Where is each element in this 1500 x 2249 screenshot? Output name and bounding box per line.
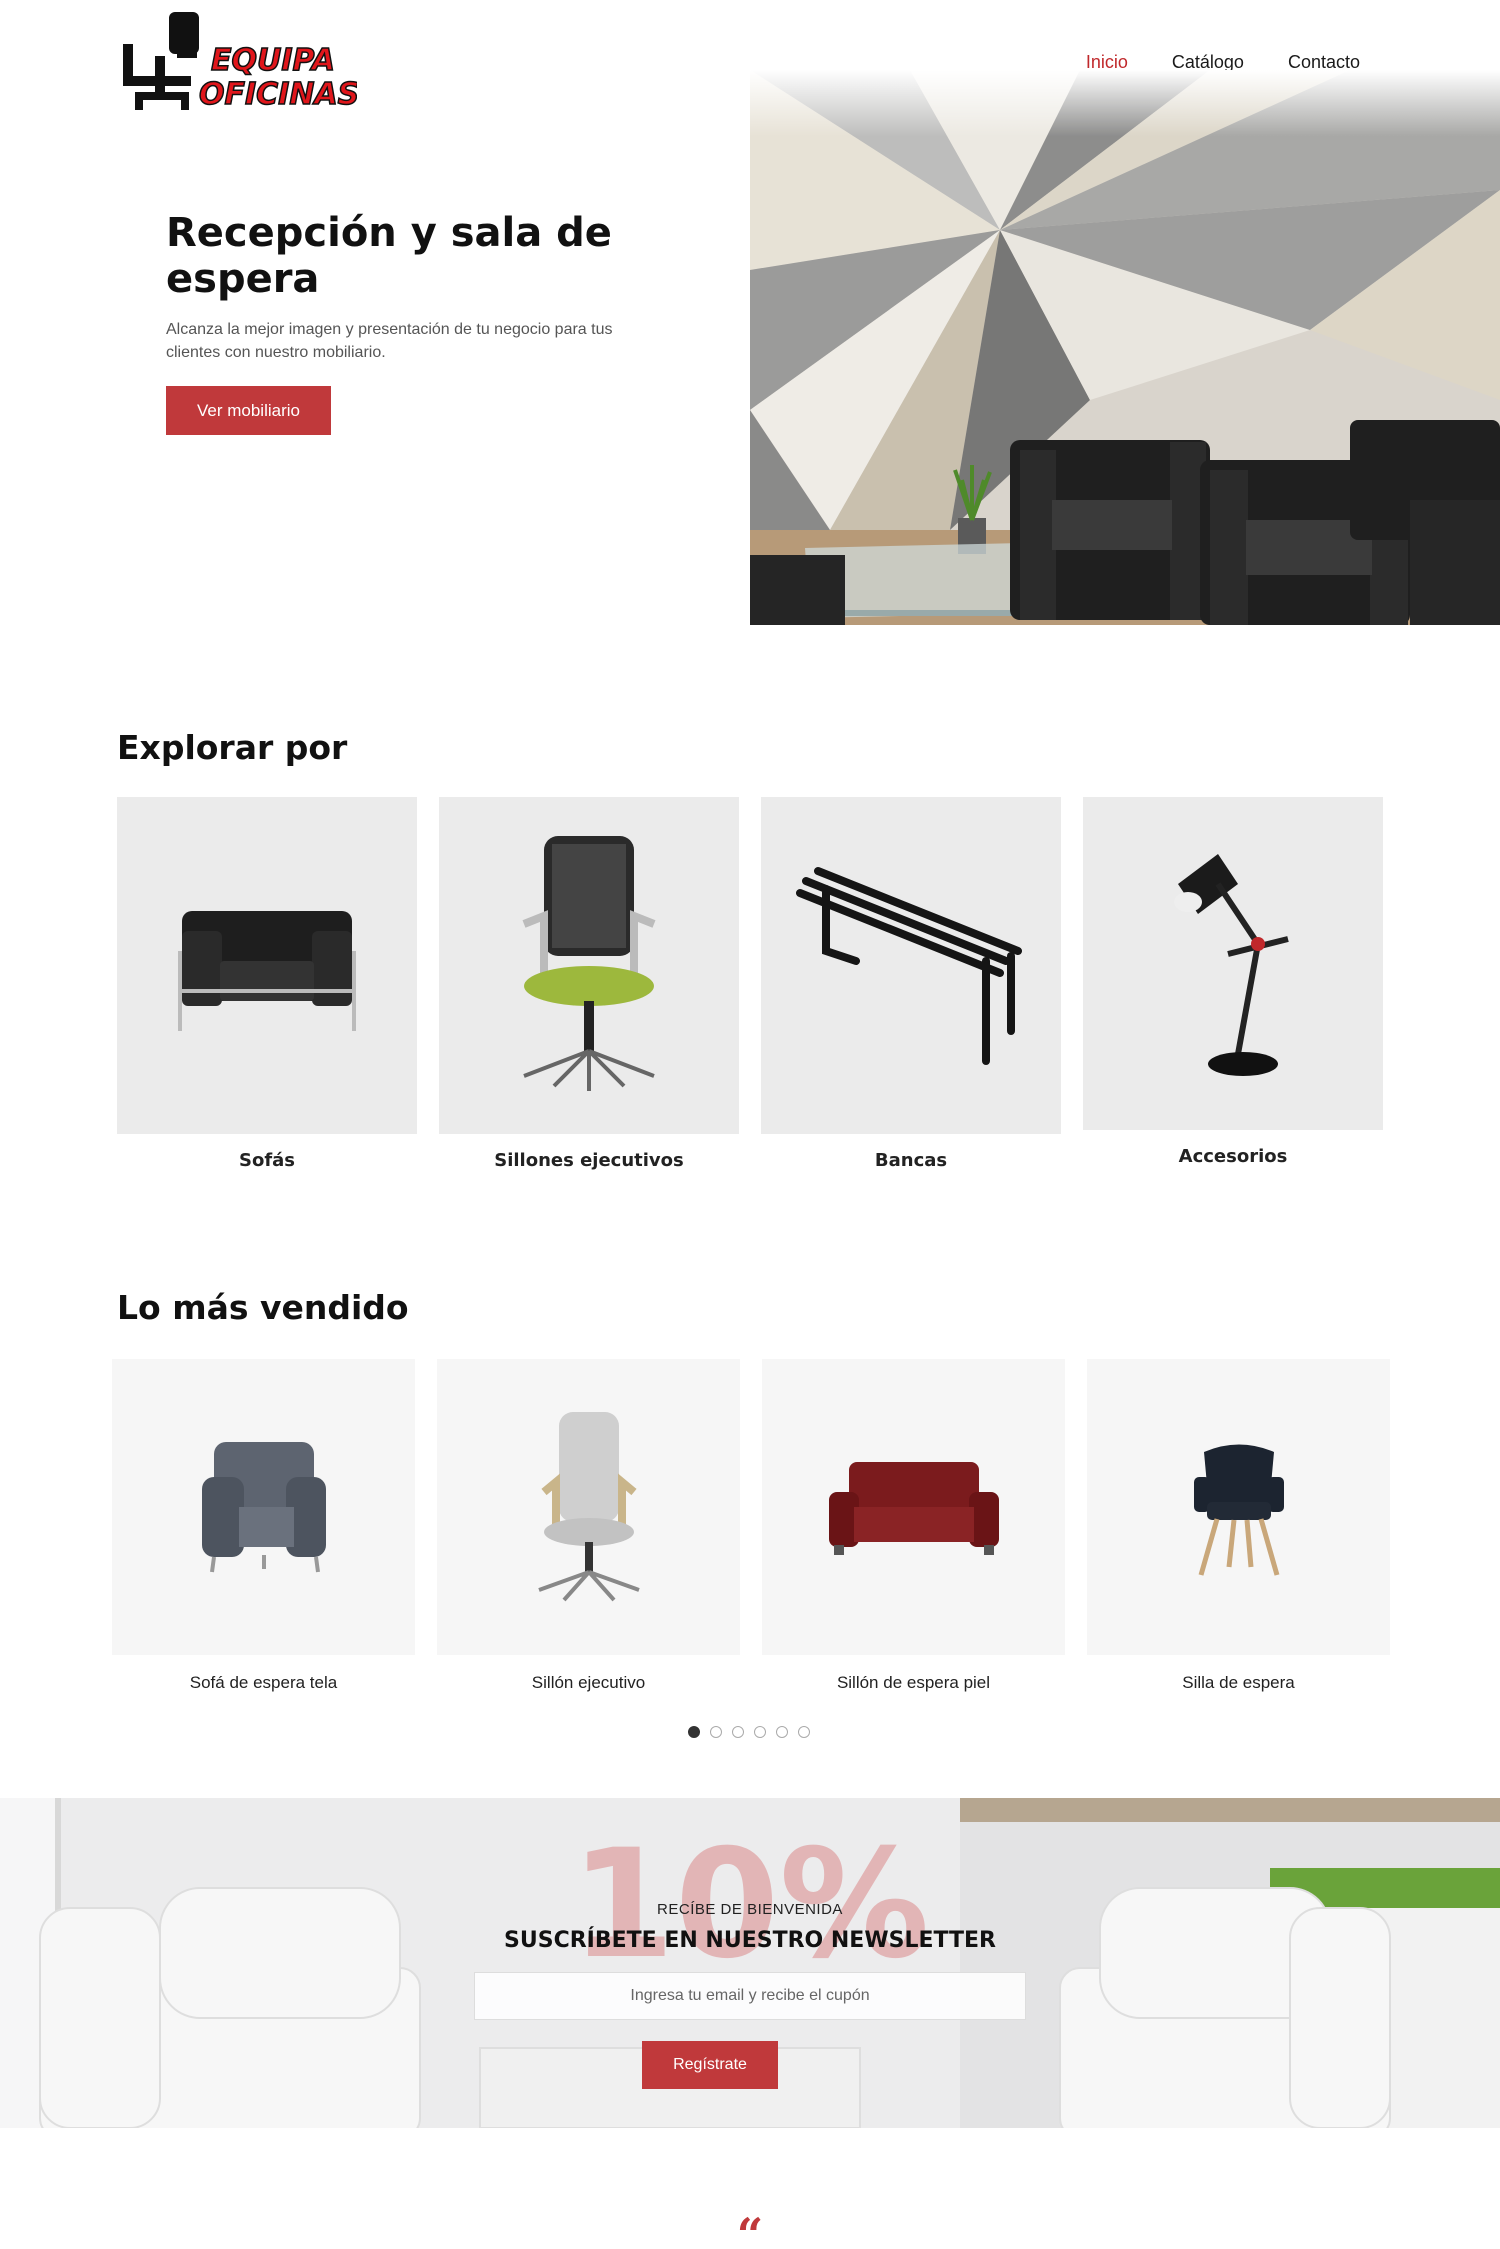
ver-mobiliario-button[interactable]: Ver mobiliario: [166, 386, 331, 435]
product-name: Sillón ejecutivo: [531, 1673, 646, 1692]
hero-title: Recepción y sala de espera: [166, 210, 612, 302]
brand-line2: OFICINAS: [199, 77, 357, 112]
brand-logo[interactable]: EQUIPA OFICINAS: [117, 12, 357, 112]
product-card[interactable]: Sofá de espera tela: [112, 1359, 415, 1693]
category-label: Sillones ejecutivos: [494, 1150, 684, 1171]
brand-line1: EQUIPA: [211, 43, 335, 78]
fabric-armchair-icon: [112, 1359, 415, 1655]
product-name: Sillón de espera piel: [836, 1673, 991, 1692]
newsletter-title: SUSCRÍBETE EN NUESTRO NEWSLETTER: [504, 1928, 996, 1953]
office-chair-logo-icon: [123, 12, 199, 110]
category-label: Sofás: [238, 1150, 296, 1171]
bench-icon: [761, 797, 1061, 1134]
leather-loveseat-icon: [762, 1359, 1065, 1655]
carousel-dot[interactable]: [754, 1726, 766, 1738]
carousel-pagination: [688, 1726, 810, 1738]
product-name: Silla de espera: [1182, 1673, 1295, 1692]
category-accesorios[interactable]: Accesorios: [1083, 797, 1383, 1171]
bestsellers-title: Lo más vendido: [117, 1288, 409, 1327]
product-name: Sofá de espera tela: [189, 1673, 338, 1692]
executive-chair-icon: [437, 1359, 740, 1655]
bestsellers-carousel: Sofá de espera tela Sillón ejecutivo Sil…: [112, 1359, 1390, 1693]
product-card[interactable]: Sillón de espera piel: [762, 1359, 1065, 1693]
newsletter-kicker: RECÍBE DE BIENVENIDA: [657, 1901, 843, 1918]
category-sofas[interactable]: Sofás: [117, 797, 417, 1171]
quote-mark-icon: “: [736, 2208, 764, 2249]
product-card[interactable]: Silla de espera: [1087, 1359, 1390, 1693]
lobby-armchairs-image: [750, 70, 1500, 625]
carousel-dot[interactable]: [776, 1726, 788, 1738]
carousel-dot[interactable]: [688, 1726, 700, 1738]
newsletter-email-input[interactable]: [474, 1972, 1026, 2020]
category-bancas[interactable]: Bancas: [761, 797, 1061, 1171]
office-chair-icon: [439, 797, 739, 1134]
register-button[interactable]: Regístrate: [642, 2041, 778, 2089]
carousel-dot[interactable]: [710, 1726, 722, 1738]
category-sillones-ejecutivos[interactable]: Sillones ejecutivos: [439, 797, 739, 1171]
category-label: Accesorios: [1178, 1146, 1288, 1167]
hero-content: Recepción y sala de espera Alcanza la me…: [166, 210, 686, 435]
carousel-dot[interactable]: [732, 1726, 744, 1738]
explore-title: Explorar por: [117, 728, 348, 767]
carousel-dot[interactable]: [798, 1726, 810, 1738]
hero-subtitle: Alcanza la mejor imagen y presentación d…: [166, 321, 613, 361]
product-card[interactable]: Sillón ejecutivo: [437, 1359, 740, 1693]
category-label: Bancas: [874, 1150, 948, 1171]
explore-categories: Sofás Sillones ejecutivos Bancas Accesor…: [117, 797, 1383, 1171]
armchair-icon: [117, 797, 417, 1134]
newsletter-section: 10% RECÍBE DE BIENVENIDA SUSCRÍBETE EN N…: [0, 1798, 1500, 2128]
wood-leg-chair-icon: [1087, 1359, 1390, 1655]
desk-lamp-icon: [1083, 797, 1383, 1130]
hero-image: [750, 70, 1500, 625]
